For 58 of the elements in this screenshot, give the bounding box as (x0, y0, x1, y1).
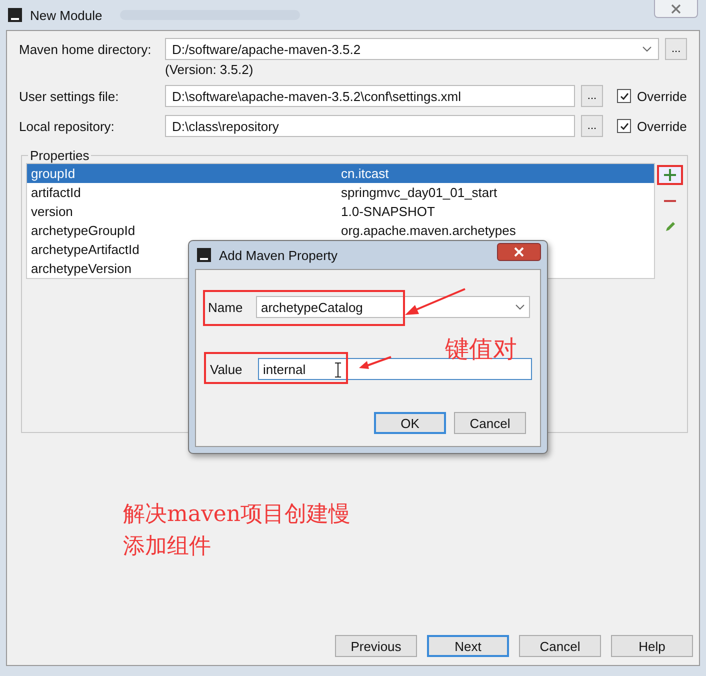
path-field[interactable]: D:\class\repository (165, 115, 575, 137)
annotation-text: 添加组件 (123, 533, 212, 561)
add-button[interactable] (657, 165, 683, 185)
pencil-icon (664, 221, 676, 233)
annotation-text: 解决maven项目创建慢 (123, 501, 351, 529)
dialog-title: Add Maven Property (219, 248, 338, 262)
checkmark-icon (618, 90, 630, 102)
field-label: Name (208, 300, 244, 314)
checkbox[interactable] (617, 119, 631, 133)
wizard-button[interactable]: Cancel (519, 635, 601, 657)
field-label: Maven home directory: (19, 42, 152, 56)
close-icon (514, 247, 524, 257)
path-field[interactable]: D:\software\apache-maven-3.5.2\conf\settings.xml (165, 85, 575, 107)
wizard-button[interactable]: Previous (335, 635, 417, 657)
browse-button[interactable]: ... (581, 115, 603, 137)
dialog-button[interactable]: OK (374, 412, 446, 434)
app-logo-icon (8, 8, 22, 22)
dropdown-caret-icon (642, 46, 652, 52)
table-cell: springmvc_day01_01_start (341, 185, 498, 200)
table-cell: groupId (31, 166, 76, 181)
checkmark-icon (618, 120, 630, 132)
field-label: User settings file: (19, 88, 120, 104)
table-cell: archetypeVersion (31, 261, 132, 276)
table-cell: version (31, 204, 73, 219)
minus-icon (664, 200, 676, 202)
wizard-button[interactable]: Next (427, 635, 509, 657)
table-row[interactable]: archetypeGroupId org.apache.maven.archetypes (27, 221, 654, 240)
dialog-button[interactable]: Cancel (454, 412, 526, 434)
browse-button[interactable]: ... (665, 38, 687, 60)
window-title: New Module (30, 8, 102, 22)
table-cell: 1.0-SNAPSHOT (341, 204, 435, 219)
combo-box[interactable]: D:/software/apache-maven-3.5.2 (165, 38, 660, 60)
app-logo-icon (197, 248, 211, 262)
annotation-arrow (403, 287, 467, 317)
checkbox-label: Override (637, 118, 687, 134)
wizard-button[interactable]: Help (611, 635, 693, 657)
plus-icon (664, 169, 676, 181)
table-cell: artifactId (31, 185, 81, 200)
table-row[interactable]: artifactId springmvc_day01_01_start (27, 183, 654, 202)
group-title: Properties (29, 148, 90, 163)
table-cell: org.apache.maven.archetypes (341, 223, 516, 238)
combo-box[interactable]: archetypeCatalog (256, 296, 530, 318)
version-note: (Version: 3.5.2) (165, 62, 254, 79)
table-cell: cn.itcast (341, 166, 389, 181)
checkbox[interactable] (617, 89, 631, 103)
browse-button[interactable]: ... (581, 85, 603, 107)
annotation-arrow (358, 356, 392, 370)
close-icon (671, 4, 681, 14)
close-button[interactable] (497, 243, 541, 261)
field-label: Value (210, 362, 244, 376)
field-label: Local repository: (19, 118, 116, 134)
text-cursor-icon (334, 362, 342, 378)
close-button[interactable] (654, 0, 698, 18)
table-row[interactable]: groupId cn.itcast (27, 164, 654, 183)
dropdown-caret-icon (515, 304, 525, 310)
table-row[interactable]: version 1.0-SNAPSHOT (27, 202, 654, 221)
checkbox-label: Override (637, 88, 687, 104)
table-cell: archetypeGroupId (31, 223, 136, 238)
